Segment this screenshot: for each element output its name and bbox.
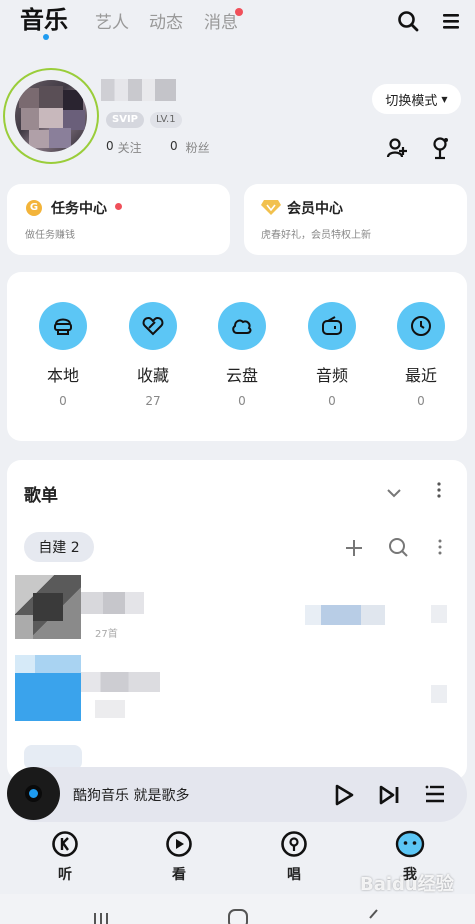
listen-icon (51, 830, 85, 862)
cloud-icon (218, 302, 266, 350)
search-icon[interactable] (396, 9, 420, 33)
tab-label: 唱 (287, 867, 301, 883)
vip-center-card[interactable]: 会员中心 虎春好礼，会员特权上新 (244, 184, 467, 255)
tab-artists[interactable]: 艺人 (95, 8, 129, 33)
task-center-card[interactable]: G 任务中心 做任务赚钱 (7, 184, 230, 255)
level-badge: LV.1 (150, 112, 182, 128)
func-label: 云盘 (225, 366, 258, 385)
playlist-sub-blurred (95, 700, 125, 718)
svip-badge: SVIP (106, 112, 144, 128)
playlist-name-blurred (81, 592, 144, 614)
avatar[interactable] (15, 80, 87, 152)
more-icon[interactable] (437, 482, 441, 502)
tab-sing[interactable]: 唱 (274, 830, 314, 884)
task-center-title: 任务中心 (51, 201, 107, 217)
now-playing-text: 酷狗音乐 就是歌多 (73, 788, 190, 804)
tab-music[interactable]: 音乐 (20, 0, 68, 35)
func-recent[interactable]: 最近 0 (391, 302, 451, 408)
caret-down-icon: ▼ (441, 94, 448, 104)
func-count: 0 (417, 394, 425, 408)
radio-icon (308, 302, 356, 350)
add-friend-icon[interactable] (385, 136, 409, 160)
me-icon (395, 830, 430, 862)
back-icon[interactable] (366, 908, 380, 924)
playlist-cover (15, 575, 81, 639)
watermark: Baidu经验 (360, 874, 454, 895)
func-count: 27 (145, 394, 161, 408)
functions-card: 本地 0 收藏 27 云盘 0 音频 0 最近 0 (7, 272, 467, 441)
tab-listen[interactable]: 听 (45, 830, 85, 884)
list-item[interactable]: 27首 (15, 575, 463, 643)
vip-center-subtitle: 虎春好礼，会员特权上新 (261, 230, 371, 241)
fans-label: 粉丝 (185, 141, 210, 155)
tab-messages[interactable]: 消息 (204, 8, 238, 33)
chip-label: 自建 2 (38, 540, 80, 556)
func-local[interactable]: 本地 0 (33, 302, 93, 408)
play-icon[interactable] (333, 783, 355, 811)
system-nav-bar (0, 894, 475, 924)
created-playlists-chip[interactable]: 自建 2 (24, 532, 94, 562)
func-cloud[interactable]: 云盘 0 (212, 302, 272, 408)
tab-label: 看 (172, 867, 186, 883)
clock-icon (397, 302, 445, 350)
func-label: 最近 (404, 366, 437, 385)
album-disc[interactable] (7, 767, 60, 820)
active-tab-indicator (43, 34, 49, 40)
username-blurred (101, 79, 176, 101)
messages-unread-dot (235, 8, 243, 16)
list-item-more-icon[interactable] (431, 685, 447, 703)
favorite-icon (129, 302, 177, 350)
sing-icon (280, 830, 314, 862)
task-center-subtitle: 做任务赚钱 (25, 230, 75, 241)
playlist-name-blurred (81, 672, 160, 692)
chevron-down-icon[interactable] (386, 484, 402, 503)
func-count: 0 (59, 394, 67, 408)
fans-count: 0 (170, 139, 178, 153)
switch-mode-label: 切换模式 (385, 93, 438, 109)
fans-stat[interactable]: 0 粉丝 (170, 139, 210, 156)
recent-apps-icon[interactable] (91, 910, 111, 924)
playlist-title: 歌单 (24, 486, 58, 506)
playlist-icon[interactable] (424, 783, 446, 809)
list-item-more-icon[interactable] (431, 605, 447, 623)
playlist-cover (15, 655, 81, 721)
func-favorites[interactable]: 收藏 27 (123, 302, 183, 408)
top-nav: 音乐 艺人 动态 消息 (0, 0, 475, 48)
playlist-tag-blurred (305, 605, 385, 625)
coin-icon: G (26, 200, 42, 216)
tab-feed[interactable]: 动态 (149, 8, 183, 33)
tab-watch[interactable]: 看 (159, 830, 199, 884)
following-count: 0 (106, 139, 114, 153)
func-count: 0 (328, 394, 336, 408)
local-icon (39, 302, 87, 350)
func-count: 0 (238, 394, 246, 408)
playlist-more-icon[interactable] (438, 539, 442, 559)
vip-center-title: 会员中心 (287, 201, 343, 217)
watch-icon (165, 830, 199, 862)
following-label: 关注 (117, 141, 142, 155)
playlist-song-count: 27首 (95, 629, 118, 640)
playlist-search-icon[interactable] (388, 537, 409, 562)
list-item[interactable] (15, 655, 463, 727)
next-icon[interactable] (378, 784, 400, 810)
following-stat[interactable]: 0 关注 (106, 139, 142, 156)
diamond-icon (261, 198, 281, 220)
func-label: 音频 (315, 366, 348, 385)
menu-icon[interactable] (441, 10, 461, 32)
func-label: 收藏 (136, 366, 169, 385)
task-red-dot (115, 203, 122, 210)
add-icon[interactable] (344, 538, 364, 562)
func-label: 本地 (46, 366, 79, 385)
home-icon[interactable] (227, 908, 249, 924)
func-audio[interactable]: 音频 0 (302, 302, 362, 408)
switch-mode-button[interactable]: 切换模式 ▼ (372, 84, 461, 114)
tab-label: 听 (58, 867, 72, 883)
sing-mic-icon[interactable] (428, 135, 452, 161)
